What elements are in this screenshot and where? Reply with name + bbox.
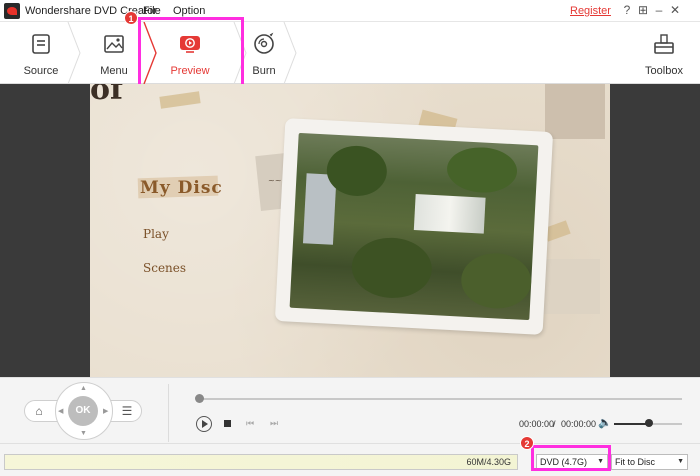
dpad-up-icon[interactable]: ▲: [80, 385, 87, 392]
next-chapter-icon[interactable]: ⏭: [270, 418, 278, 429]
photo-waterfall: [413, 194, 486, 234]
home-icon[interactable]: ⌂: [30, 402, 48, 420]
playback-progress-bar[interactable]: [198, 398, 682, 400]
disc-menu-scenes-button[interactable]: Scenes: [143, 261, 186, 275]
app-logo-icon: [4, 3, 20, 19]
volume-fill: [614, 423, 649, 425]
player-controls: ⌂ ☰ ▲ ▼ ◀ ▶ OK ⏮ ⏭ 00:00:00 / 00:00:00 🔈: [0, 377, 700, 443]
paper-note: [545, 84, 605, 139]
photo-frame: [274, 118, 554, 335]
list-menu-icon[interactable]: ☰: [118, 402, 136, 420]
close-icon[interactable]: ✕: [668, 3, 682, 17]
tab-menu[interactable]: Menu: [86, 22, 142, 84]
stop-button[interactable]: [224, 420, 231, 427]
ok-button[interactable]: OK: [68, 396, 98, 426]
chevron-separator-icon: [67, 22, 81, 84]
tab-source-label: Source: [23, 65, 59, 77]
total-time: 00:00:00: [561, 419, 597, 429]
thumbnail-image: [289, 132, 539, 321]
disc-type-highlight-box: [531, 445, 611, 471]
divider: [168, 384, 169, 442]
chevron-down-icon: ▼: [677, 458, 684, 465]
cart-icon[interactable]: ⊞: [636, 3, 650, 17]
menu-file[interactable]: File: [143, 5, 161, 17]
play-button[interactable]: [196, 416, 212, 432]
menu-option[interactable]: Option: [173, 5, 205, 17]
title-bar: Wondershare DVD Creator File Option Regi…: [0, 0, 700, 22]
dpad-down-icon[interactable]: ▼: [80, 430, 87, 437]
current-time: 00:00:00: [519, 419, 555, 429]
tab-toolbox[interactable]: Toolbox: [640, 22, 688, 84]
dpad-left-icon[interactable]: ◀: [58, 407, 63, 415]
callout-badge-2: 2: [520, 436, 534, 450]
photo-tree: [445, 145, 519, 195]
volume-knob[interactable]: [645, 419, 653, 427]
callout-badge-1: 1: [124, 11, 138, 25]
previous-chapter-icon[interactable]: ⏮: [246, 418, 254, 429]
capacity-bar: 60M/4.30G: [4, 454, 518, 470]
capacity-text: 60M/4.30G: [466, 457, 511, 467]
photo-tree: [350, 235, 434, 300]
register-link[interactable]: Register: [570, 5, 611, 17]
photo-tree: [459, 251, 533, 311]
menu-image-icon: [104, 35, 124, 53]
disc-menu-play-button[interactable]: Play: [143, 227, 169, 241]
dvd-menu-canvas: of ~~ My Disc Play Scenes: [90, 84, 610, 377]
fit-mode-value: Fit to Disc: [615, 457, 656, 467]
playback-progress-knob[interactable]: [195, 394, 204, 403]
scribble-text: ~~: [268, 176, 282, 185]
tab-source[interactable]: Source: [14, 22, 68, 84]
tab-burn[interactable]: Burn: [246, 22, 282, 84]
minimize-icon[interactable]: –: [652, 3, 666, 17]
time-separator: /: [553, 419, 556, 429]
decorative-letters: of: [90, 84, 123, 107]
source-icon: [32, 34, 50, 54]
fit-mode-select[interactable]: Fit to Disc ▼: [611, 454, 688, 470]
app-window: Wondershare DVD Creator File Option Regi…: [0, 0, 700, 476]
preview-highlight-box: [138, 17, 244, 87]
help-icon[interactable]: ?: [620, 3, 634, 17]
tab-burn-label: Burn: [252, 65, 276, 77]
disc-title: My Disc: [140, 178, 223, 198]
chevron-separator-icon: [283, 22, 297, 84]
preview-stage: of ~~ My Disc Play Scenes: [0, 84, 700, 377]
toolbox-icon: [654, 34, 674, 54]
tab-menu-label: Menu: [100, 65, 128, 77]
volume-icon[interactable]: 🔈: [598, 416, 612, 429]
burn-disc-icon: [254, 32, 274, 54]
dpad-right-icon[interactable]: ▶: [103, 407, 108, 415]
tab-toolbox-label: Toolbox: [645, 65, 683, 77]
main-toolbar: Source Menu Preview Burn Toolbox: [0, 22, 700, 84]
